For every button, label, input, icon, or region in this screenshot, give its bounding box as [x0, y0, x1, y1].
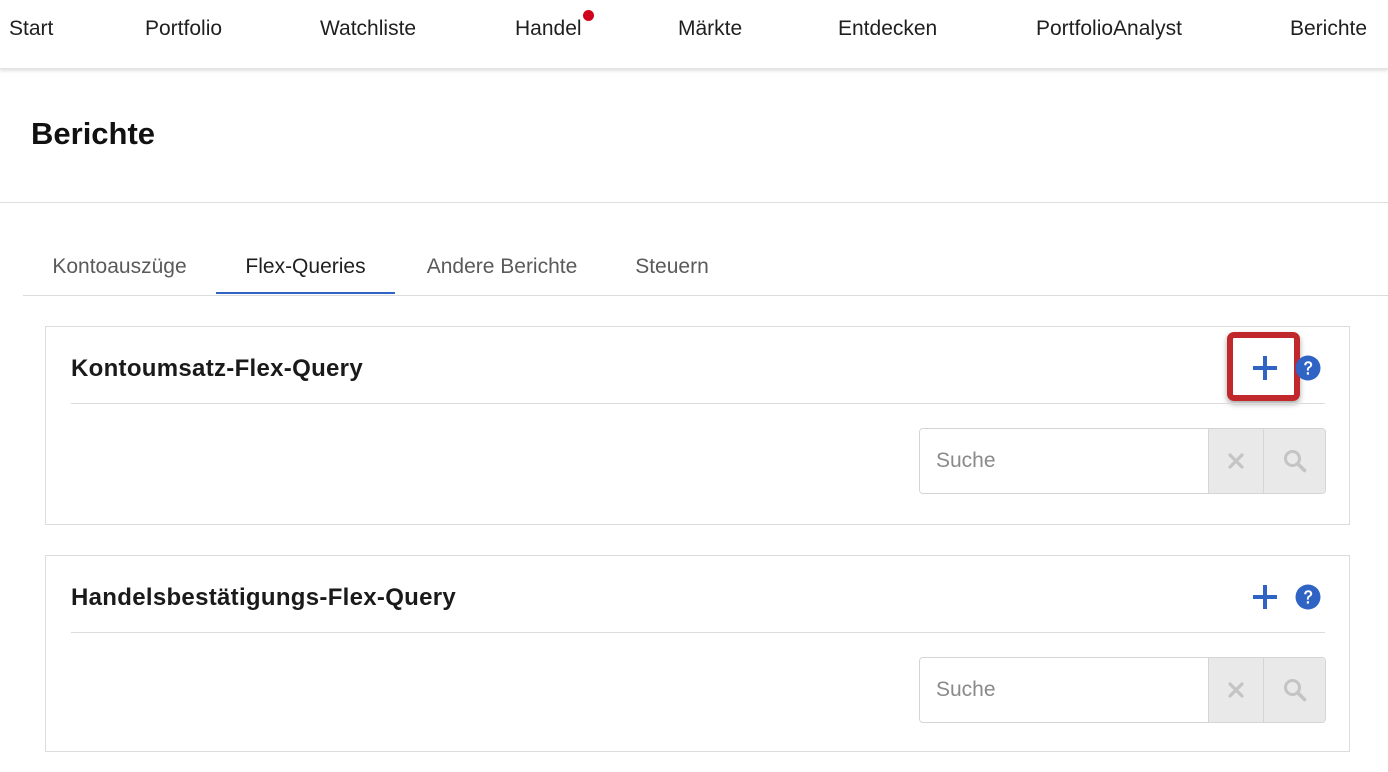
plus-icon[interactable]: [1249, 352, 1281, 384]
nav-item-watchliste[interactable]: Watchliste: [320, 17, 416, 41]
tab-steuern[interactable]: Steuern: [609, 245, 735, 294]
panel-kontoumsatz-flex-query: Kontoumsatz-Flex-Query: [45, 326, 1350, 525]
panel-title: Handelsbestätigungs-Flex-Query: [71, 584, 457, 611]
search-button[interactable]: [1263, 429, 1325, 493]
tab-kontoauszuege[interactable]: Kontoauszüge: [23, 245, 216, 294]
nav-item-label: Handel: [515, 17, 582, 40]
search-box: [919, 428, 1326, 494]
search-input[interactable]: [920, 658, 1208, 722]
question-circle-icon[interactable]: [1292, 352, 1324, 384]
search-button[interactable]: [1263, 658, 1325, 722]
top-navigation: Start Portfolio Watchliste Handel Märkte…: [0, 0, 1388, 69]
nav-item-maerkte[interactable]: Märkte: [678, 17, 742, 41]
notification-dot: [582, 10, 594, 21]
panel-title: Kontoumsatz-Flex-Query: [71, 355, 363, 382]
clear-search-button[interactable]: [1208, 658, 1263, 722]
nav-item-handel[interactable]: Handel: [515, 10, 594, 41]
panel-divider: [71, 632, 1325, 633]
search-box: [919, 657, 1326, 723]
tab-andere-berichte[interactable]: Andere Berichte: [395, 245, 609, 294]
search-input[interactable]: [920, 429, 1208, 493]
search-icon: [1283, 450, 1306, 473]
nav-item-entdecken[interactable]: Entdecken: [838, 17, 937, 41]
page-title: Berichte: [31, 116, 156, 151]
clear-search-button[interactable]: [1208, 429, 1263, 493]
close-icon: [1228, 682, 1244, 698]
tab-flex-queries[interactable]: Flex-Queries: [216, 245, 395, 294]
search-icon: [1283, 679, 1306, 702]
nav-item-berichte[interactable]: Berichte: [1290, 17, 1367, 41]
question-circle-icon[interactable]: [1292, 581, 1324, 613]
nav-item-portfolioanalyst[interactable]: PortfolioAnalyst: [1036, 17, 1182, 41]
panel-divider: [71, 403, 1325, 404]
nav-item-start[interactable]: Start: [9, 17, 53, 41]
panel-handelsbestaetigungs-flex-query: Handelsbestätigungs-Flex-Query: [45, 555, 1350, 752]
header-divider: [0, 202, 1388, 203]
nav-item-portfolio[interactable]: Portfolio: [145, 17, 222, 41]
close-icon: [1228, 453, 1244, 469]
plus-icon[interactable]: [1249, 581, 1281, 613]
report-tabs: Kontoauszüge Flex-Queries Andere Bericht…: [23, 245, 1388, 296]
